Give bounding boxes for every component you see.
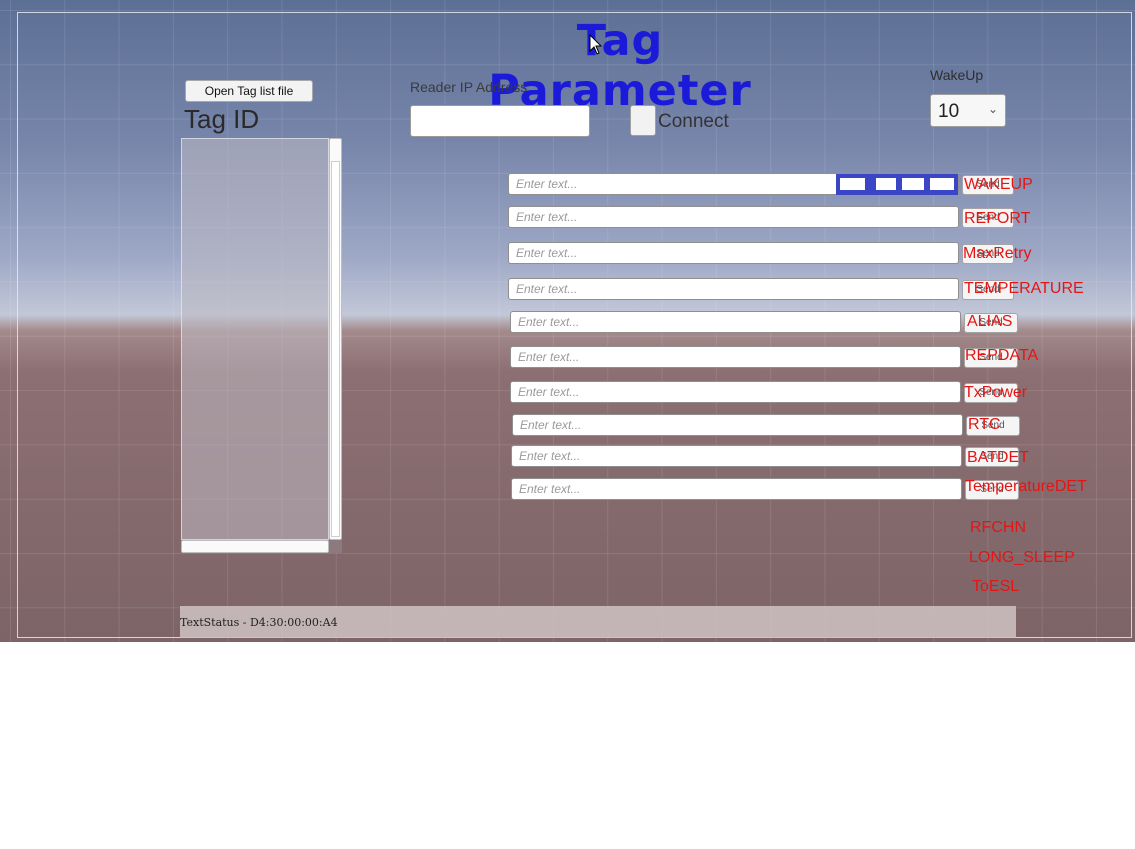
selection-cell	[840, 178, 865, 190]
selection-cell	[902, 178, 924, 190]
repdata-command-input[interactable]: Enter text...	[510, 346, 961, 368]
temperaturedet-command-input[interactable]: Enter text...	[511, 478, 962, 500]
txpower-command-input[interactable]: Enter text...	[510, 381, 961, 403]
chevron-down-icon: ⌄	[987, 102, 998, 116]
selection-cell	[876, 178, 896, 190]
report-command-input[interactable]: Enter text...	[508, 206, 959, 228]
rtc-command-label: RTC	[968, 416, 1001, 433]
txpower-command-label: TxPower	[964, 384, 1028, 401]
wakeup-label: WakeUp	[930, 67, 984, 83]
alias-command-input[interactable]: Enter text...	[510, 311, 961, 333]
reader-ip-input[interactable]	[410, 105, 590, 137]
tag-id-label: Tag ID	[184, 104, 260, 134]
wakeup-command-label: WAKEUP	[964, 176, 1033, 193]
reader-ip-label: Reader IP Address	[410, 79, 528, 95]
vertical-scroll-handle[interactable]	[331, 161, 340, 537]
toesl-label: ToESL	[972, 578, 1020, 595]
text-selection-highlight	[836, 174, 958, 195]
repdata-command-label: REPDATA	[965, 347, 1039, 364]
page-title: Tag Parameter	[488, 16, 752, 116]
connect-label: Connect	[658, 111, 729, 132]
temperature-command-input[interactable]: Enter text...	[508, 278, 959, 300]
temperature-command-label: TEMPERATURE	[964, 280, 1084, 297]
report-command-label: REPORT	[964, 210, 1031, 227]
maxretry-command-input[interactable]: Enter text...	[508, 242, 959, 264]
open-tag-list-button[interactable]: Open Tag list file	[185, 80, 313, 102]
temperaturedet-command-label: TemperatureDET	[965, 478, 1087, 495]
selection-cell	[930, 178, 954, 190]
mouse-pointer-icon	[589, 34, 603, 55]
scroll-corner	[329, 540, 342, 553]
maxretry-command-label: MaxRetry	[963, 245, 1032, 262]
tag-list-horizontal-scrollbar[interactable]	[181, 540, 329, 553]
tag-id-list[interactable]	[181, 138, 329, 540]
rfchn-label: RFCHN	[970, 519, 1026, 536]
long-sleep-label: LONG_SLEEP	[969, 549, 1075, 566]
wakeup-dropdown[interactable]: 10 ⌄	[930, 94, 1006, 127]
wakeup-selected-value: 10	[938, 101, 960, 122]
app-viewport: Tag Parameter Open Tag list file Tag ID …	[0, 0, 1135, 642]
tag-list-vertical-scrollbar[interactable]	[329, 138, 342, 540]
alias-command-label: ALIAS	[967, 313, 1013, 330]
batdet-command-input[interactable]: Enter text...	[511, 445, 962, 467]
rtc-command-input[interactable]: Enter text...	[512, 414, 963, 436]
batdet-command-label: BATDET	[967, 449, 1029, 466]
status-text: TextStatus - D4:30:00:00:A4	[180, 616, 338, 629]
connect-checkbox[interactable]	[630, 105, 656, 136]
